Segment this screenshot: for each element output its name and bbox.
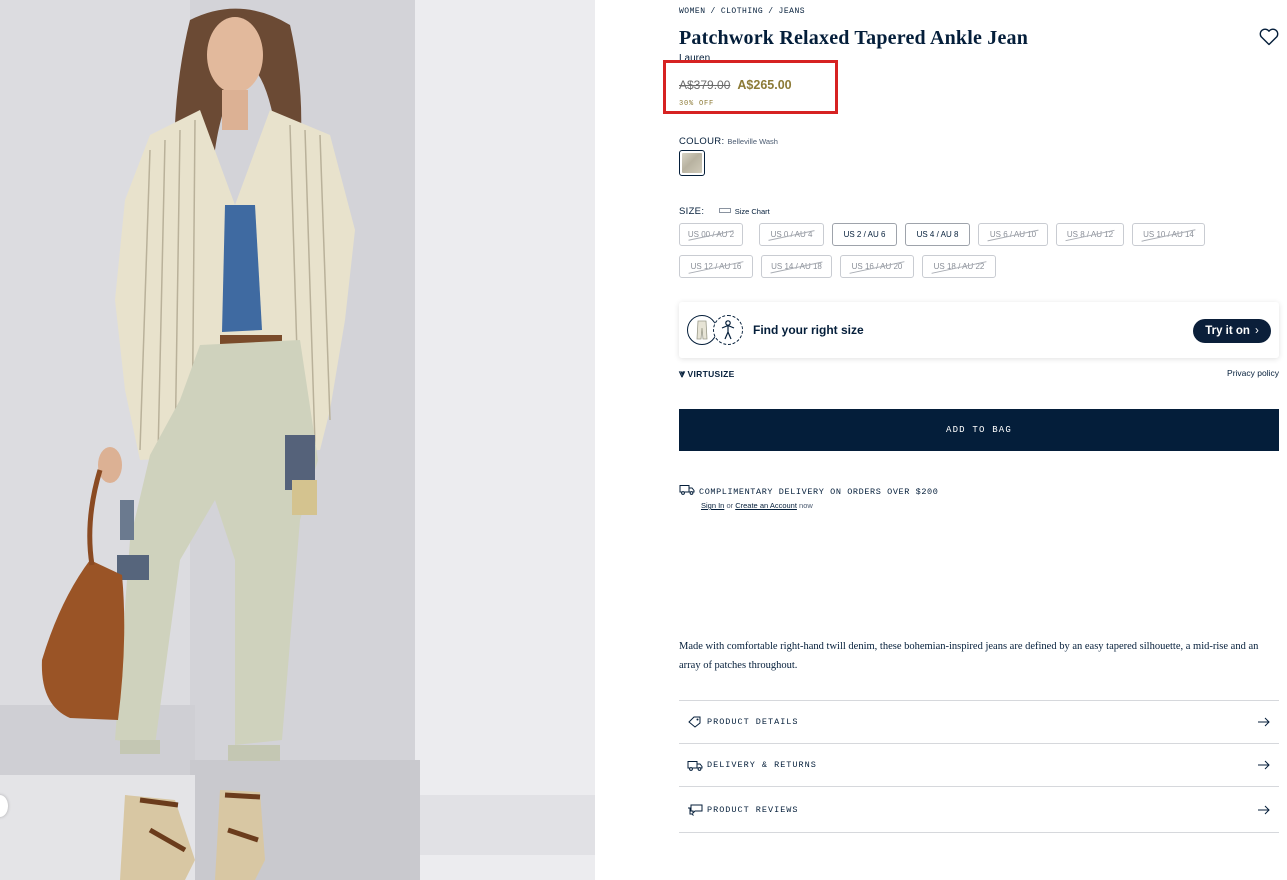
arrow-right-icon xyxy=(1258,760,1270,770)
size-chart-label: Size Chart xyxy=(734,207,770,216)
colour-value: Belleville Wash xyxy=(727,137,778,146)
size-option-us0[interactable]: US 0 / AU 4 xyxy=(759,223,824,246)
size-option-us6[interactable]: US 6 / AU 10 xyxy=(978,223,1048,246)
colour-label: COLOUR: xyxy=(679,136,725,147)
size-option-us10[interactable]: US 10 / AU 14 xyxy=(1132,223,1205,246)
accordion-label: DELIVERY & RETURNS xyxy=(707,760,817,770)
colour-swatch-belleville-wash[interactable] xyxy=(679,150,705,176)
breadcrumb-separator: / xyxy=(710,7,716,16)
reviews-icon xyxy=(687,804,703,816)
delivery-info: COMPLIMENTARY DELIVERY ON ORDERS OVER $2… xyxy=(679,482,938,500)
breadcrumb: WOMEN / CLOTHING / JEANS xyxy=(679,7,805,16)
create-account-link[interactable]: Create an Account xyxy=(735,501,797,510)
add-to-bag-button[interactable]: ADD TO BAG xyxy=(679,409,1279,451)
breadcrumb-item-women[interactable]: WOMEN xyxy=(679,7,706,16)
price-row: A$379.00 A$265.00 xyxy=(679,76,792,94)
virtusize-widget[interactable]: Find your right size Try it on › xyxy=(679,302,1279,358)
tag-icon xyxy=(687,716,703,728)
virtusize-brand-text: VIRTUSIZE xyxy=(687,369,735,379)
wishlist-heart-icon[interactable] xyxy=(1259,28,1279,46)
product-image[interactable] xyxy=(0,0,595,880)
arrow-right-icon xyxy=(1258,717,1270,727)
swatch-fill xyxy=(682,153,702,173)
breadcrumb-item-clothing[interactable]: CLOTHING xyxy=(721,7,763,16)
size-option-us18[interactable]: US 18 / AU 22 xyxy=(922,255,996,278)
original-price: A$379.00 xyxy=(679,78,731,92)
try-it-on-label: Try it on xyxy=(1205,325,1250,337)
virtusize-logo: ⩔ VIRTUSIZE xyxy=(679,368,735,381)
size-option-us12[interactable]: US 12 / AU 16 xyxy=(679,255,753,278)
virtusize-v-icon: ⩔ xyxy=(679,368,686,380)
size-label: SIZE: xyxy=(679,206,705,217)
size-option-us16[interactable]: US 16 / AU 20 xyxy=(840,255,914,278)
try-it-on-button[interactable]: Try it on › xyxy=(1193,319,1271,343)
size-option-us8[interactable]: US 8 / AU 12 xyxy=(1056,223,1124,246)
sign-in-prompt: Sign In or Create an Account now xyxy=(701,501,813,510)
find-size-prompt: Find your right size xyxy=(753,323,864,337)
delivery-text: COMPLIMENTARY DELIVERY ON ORDERS OVER $2… xyxy=(699,487,939,497)
accordion-product-details[interactable]: PRODUCT DETAILS xyxy=(679,700,1279,743)
size-chart-link[interactable]: Size Chart xyxy=(718,207,770,216)
product-details-panel: WOMEN / CLOTHING / JEANS Patchwork Relaxed T… xyxy=(679,0,1279,880)
breadcrumb-separator: / xyxy=(768,7,774,16)
truck-icon xyxy=(687,759,703,771)
accordion-delivery-returns[interactable]: DELIVERY & RETURNS xyxy=(679,743,1279,786)
accordion-product-reviews[interactable]: PRODUCT REVIEWS xyxy=(679,786,1279,833)
size-option-us00[interactable]: US 00 / AU 2 xyxy=(679,223,743,246)
sign-in-link[interactable]: Sign In xyxy=(701,501,724,510)
size-option-us14[interactable]: US 14 / AU 18 xyxy=(761,255,832,278)
body-fit-icon xyxy=(713,315,743,345)
size-option-us2[interactable]: US 2 / AU 6 xyxy=(832,223,897,246)
privacy-policy-link[interactable]: Privacy policy xyxy=(1227,368,1279,378)
truck-icon xyxy=(679,485,695,495)
chevron-right-icon: › xyxy=(1254,325,1259,337)
size-row: SIZE: Size Chart xyxy=(679,201,770,219)
size-option-us4[interactable]: US 4 / AU 8 xyxy=(905,223,970,246)
discount-label: 30% OFF xyxy=(679,100,715,108)
product-accordion: PRODUCT DETAILS DELIVERY & RETURNS PRODU… xyxy=(679,700,1279,833)
product-photo-illustration xyxy=(0,0,595,880)
ruler-icon xyxy=(718,208,731,213)
product-brand[interactable]: Lauren xyxy=(679,53,710,64)
breadcrumb-item-jeans[interactable]: JEANS xyxy=(779,7,806,16)
product-title: Patchwork Relaxed Tapered Ankle Jean xyxy=(679,27,1029,49)
accordion-label: PRODUCT REVIEWS xyxy=(707,804,799,815)
sign-in-or: or xyxy=(726,501,734,510)
accordion-label: PRODUCT DETAILS xyxy=(707,717,799,727)
arrow-right-icon xyxy=(1258,805,1270,814)
sign-in-now: now xyxy=(799,501,813,510)
product-description: Made with comfortable right-hand twill d… xyxy=(679,641,1259,671)
sale-price: A$265.00 xyxy=(737,78,792,92)
colour-row: COLOUR: Belleville Wash xyxy=(679,131,778,149)
